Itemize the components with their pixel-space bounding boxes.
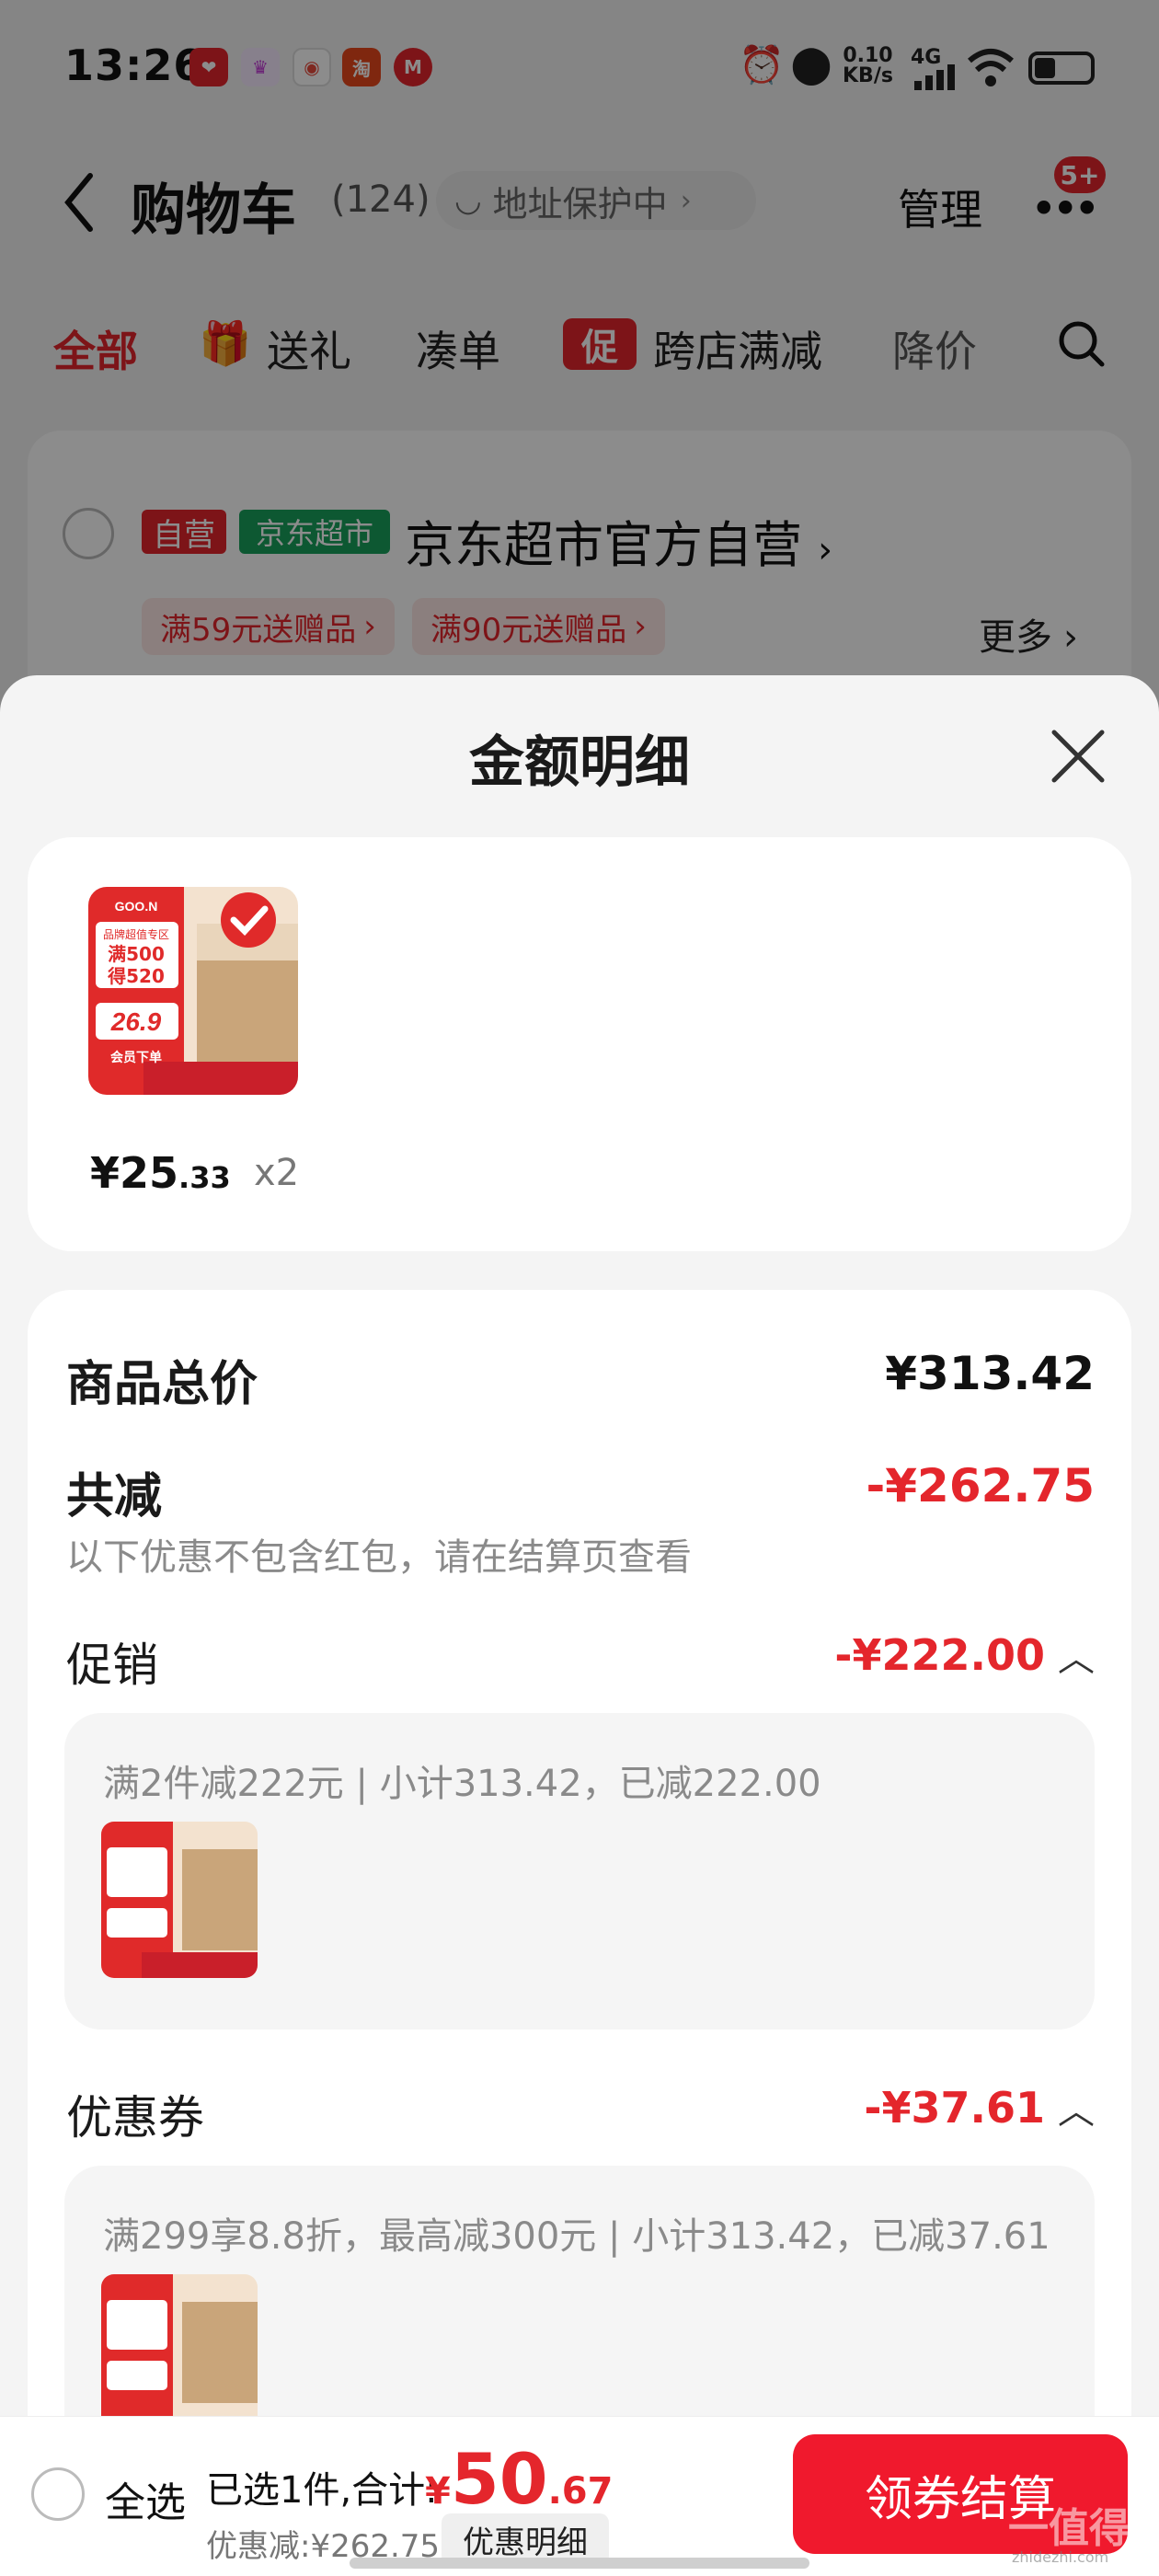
product-image-price: 26.9: [110, 1007, 162, 1036]
product-image-line3: 得520: [107, 965, 165, 987]
home-indicator[interactable]: [350, 2558, 809, 2569]
product-image-line2: 满500: [108, 943, 165, 965]
coupon-toggle[interactable]: -¥37.61 ︿: [727, 2081, 1095, 2134]
total-price-label: 商品总价: [66, 1357, 258, 1412]
total-currency: ¥: [425, 2470, 451, 2513]
product-quantity: x2: [254, 1152, 300, 1194]
product-image-cta: 会员下单: [110, 1050, 162, 1065]
product-unit-price: ¥25.33: [90, 1148, 231, 1198]
promo-value: -¥222.00: [834, 1630, 1045, 1680]
chevron-up-icon: ︿: [1058, 1638, 1095, 1680]
chevron-up-icon: ︿: [1058, 2090, 1095, 2133]
product-image[interactable]: GOO.N 品牌超值专区 满500 得520 26.9 会员下单: [88, 887, 298, 1095]
total-price-value: ¥313.42: [885, 1347, 1095, 1400]
unit-price-int: ¥25: [90, 1148, 179, 1198]
coupon-label: 优惠券: [66, 2091, 204, 2145]
select-all-radio[interactable]: [31, 2467, 85, 2521]
coupon-product-thumb[interactable]: [101, 2274, 258, 2431]
close-icon[interactable]: [1049, 727, 1107, 786]
product-image-line1: 品牌超值专区: [103, 927, 169, 941]
unit-price-dec: .33: [178, 1160, 231, 1195]
total-dec: .67: [547, 2470, 614, 2513]
product-image-brand: GOO.N: [115, 899, 158, 914]
reduce-note: 以下优惠不包含红包，请在结算页查看: [66, 1536, 692, 1579]
watermark-url: zhidezhi.com: [1012, 2548, 1109, 2566]
selected-summary: 已选1件,合计:: [206, 2469, 438, 2512]
promo-detail-text: 满2件减222元 | 小计313.42，已减222.00: [103, 1763, 821, 1805]
coupon-value: -¥37.61: [864, 2083, 1045, 2133]
total-int: 50: [450, 2438, 548, 2520]
coupon-detail-text: 满299享8.8折，最高减300元 | 小计313.42，已减37.61: [103, 2215, 1050, 2258]
reduce-label: 共减: [66, 1469, 163, 1524]
promo-label: 促销: [66, 1639, 158, 1692]
total-amount: ¥50.67: [425, 2438, 613, 2520]
promo-toggle[interactable]: -¥222.00 ︿: [727, 1628, 1095, 1682]
reduce-value: -¥262.75: [866, 1459, 1096, 1512]
select-all-label[interactable]: 全选: [105, 2469, 186, 2528]
promo-product-thumb[interactable]: [101, 1822, 258, 1978]
sheet-title: 金额明细: [469, 730, 690, 795]
